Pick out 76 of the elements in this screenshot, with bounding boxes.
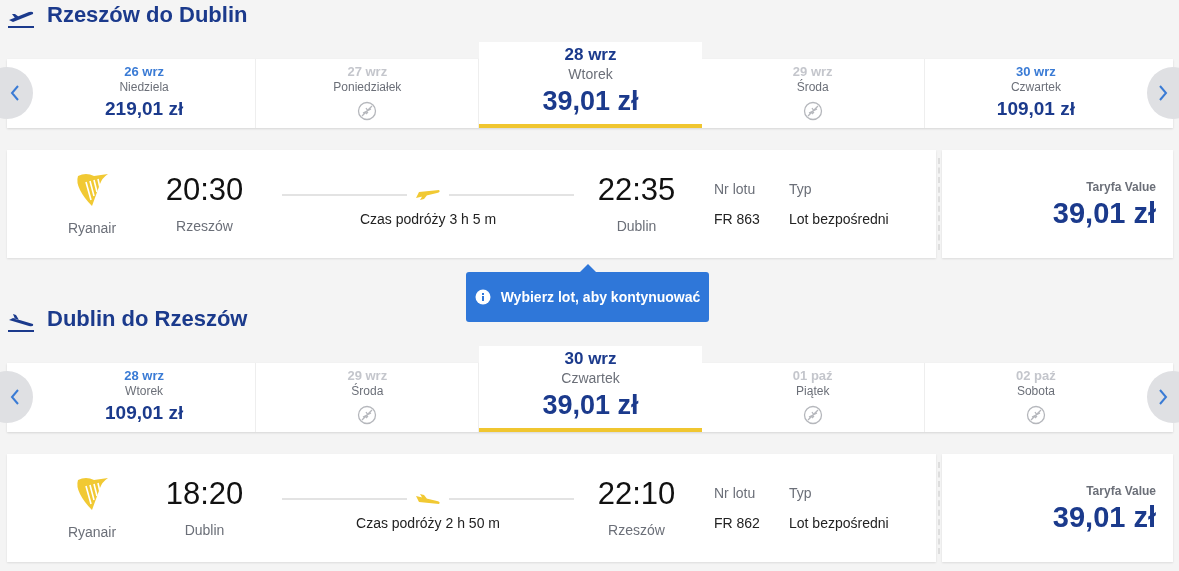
- date-label: 01 paź: [792, 368, 833, 384]
- date-tab[interactable]: 02 paź Sobota: [924, 363, 1147, 432]
- arrival-city: Dublin: [616, 216, 657, 236]
- flight-number-label: Nr lotu: [714, 180, 757, 198]
- fare-card[interactable]: Taryfa Value 39,01 zł: [942, 454, 1173, 562]
- departure-time: 18:20: [165, 475, 244, 512]
- no-flight-icon: [1025, 405, 1046, 425]
- fare-name: Taryfa Value: [1086, 179, 1156, 196]
- no-flight-icon: [802, 405, 823, 425]
- weekday-label: Piątek: [796, 384, 830, 399]
- chevron-right-icon: [1158, 388, 1168, 406]
- chevron-left-icon: [10, 84, 20, 102]
- route-title: Dublin do Rzeszów: [47, 306, 248, 332]
- route-title: Rzeszów do Dublin: [47, 2, 248, 28]
- travel-duration: Czas podróży 2 h 50 m: [356, 513, 500, 533]
- date-label: 28 wrz: [124, 368, 164, 384]
- chevron-left-icon: [10, 388, 20, 406]
- arrival-time: 22:10: [597, 475, 676, 512]
- weekday-label: Wtorek: [568, 66, 613, 83]
- date-label: 29 wrz: [347, 368, 388, 383]
- airline-name: Ryanair: [67, 522, 117, 542]
- airline-name: Ryanair: [67, 218, 117, 238]
- travel-duration: Czas podróży 3 h 5 m: [359, 209, 497, 229]
- flight-card[interactable]: Ryanair 20:30 Rzeszów Czas podróży 3 h 5 m 22:35 Dublin Nr lotu FR 863 Typ Lot bezpośredni: [7, 150, 936, 258]
- departure-city: Rzeszów: [176, 216, 233, 236]
- info-icon: [474, 289, 491, 305]
- day-price: 39,01 zł: [542, 85, 639, 118]
- departure-city: Dublin: [184, 520, 225, 540]
- weekday-label: Poniedziałek: [333, 80, 402, 95]
- flight-number-label: Nr lotu: [714, 484, 757, 502]
- fare-price: 39,01 zł: [1052, 196, 1156, 230]
- day-price: 109,01 zł: [996, 97, 1075, 121]
- date-label: 02 paź: [1016, 368, 1056, 384]
- day-price: 109,01 zł: [105, 401, 184, 425]
- date-tab[interactable]: 28 wrz Wtorek 39,01 zł: [479, 42, 702, 128]
- flight-type-label: Typ: [789, 484, 813, 502]
- weekday-label: Niedziela: [119, 80, 169, 95]
- weekday-label: Wtorek: [125, 384, 164, 399]
- date-label: 27 wrz: [347, 64, 388, 80]
- date-tab[interactable]: 30 wrz Czwartek 39,01 zł: [479, 346, 702, 432]
- weekday-label: Środa: [351, 384, 384, 399]
- chevron-right-icon: [1158, 84, 1168, 102]
- flight-type-label: Typ: [789, 180, 813, 198]
- date-label: 30 wrz: [564, 348, 617, 370]
- flight-number: FR 862: [714, 514, 761, 532]
- weekday-label: Czwartek: [1010, 80, 1061, 95]
- arrival-city: Rzeszów: [608, 520, 665, 540]
- weekday-label: Czwartek: [561, 370, 620, 387]
- day-price: 219,01 zł: [105, 97, 184, 121]
- day-price: 39,01 zł: [542, 389, 639, 422]
- date-label: 29 wrz: [792, 64, 833, 79]
- date-tab[interactable]: 01 paź Piątek: [701, 363, 925, 432]
- date-tab[interactable]: 30 wrz Czwartek 109,01 zł: [924, 59, 1147, 128]
- weekday-label: Sobota: [1016, 384, 1055, 399]
- takeoff-plane-icon: [415, 188, 441, 201]
- no-flight-icon: [357, 405, 378, 425]
- fare-card[interactable]: Taryfa Value 39,01 zł: [942, 150, 1173, 258]
- flight-number: FR 863: [714, 210, 761, 228]
- flight-type: Lot bezpośredni: [789, 514, 889, 532]
- flight-type: Lot bezpośredni: [789, 210, 889, 228]
- date-label: 28 wrz: [564, 44, 617, 66]
- fare-price: 39,01 zł: [1052, 500, 1156, 534]
- date-tab[interactable]: 26 wrz Niedziela 219,01 zł: [33, 59, 257, 128]
- landing-plane-icon: [415, 492, 441, 505]
- weekday-label: Środa: [796, 80, 829, 95]
- flight-card[interactable]: Ryanair 18:20 Dublin Czas podróży 2 h 50 m 22:10 Rzeszów Nr lotu FR 862 Typ Lot bezpośredni: [7, 454, 936, 562]
- no-flight-icon: [802, 101, 823, 121]
- fare-name: Taryfa Value: [1086, 483, 1156, 500]
- date-label: 26 wrz: [124, 64, 164, 80]
- date-label: 30 wrz: [1016, 64, 1056, 80]
- departure-time: 20:30: [165, 171, 244, 208]
- date-tab[interactable]: 29 wrz Środa: [701, 59, 925, 128]
- date-tab[interactable]: 28 wrz Wtorek 109,01 zł: [33, 363, 257, 432]
- tooltip-text: Wybierz lot, aby kontynuować: [500, 287, 701, 307]
- arrival-time: 22:35: [597, 171, 676, 208]
- no-flight-icon: [357, 101, 378, 121]
